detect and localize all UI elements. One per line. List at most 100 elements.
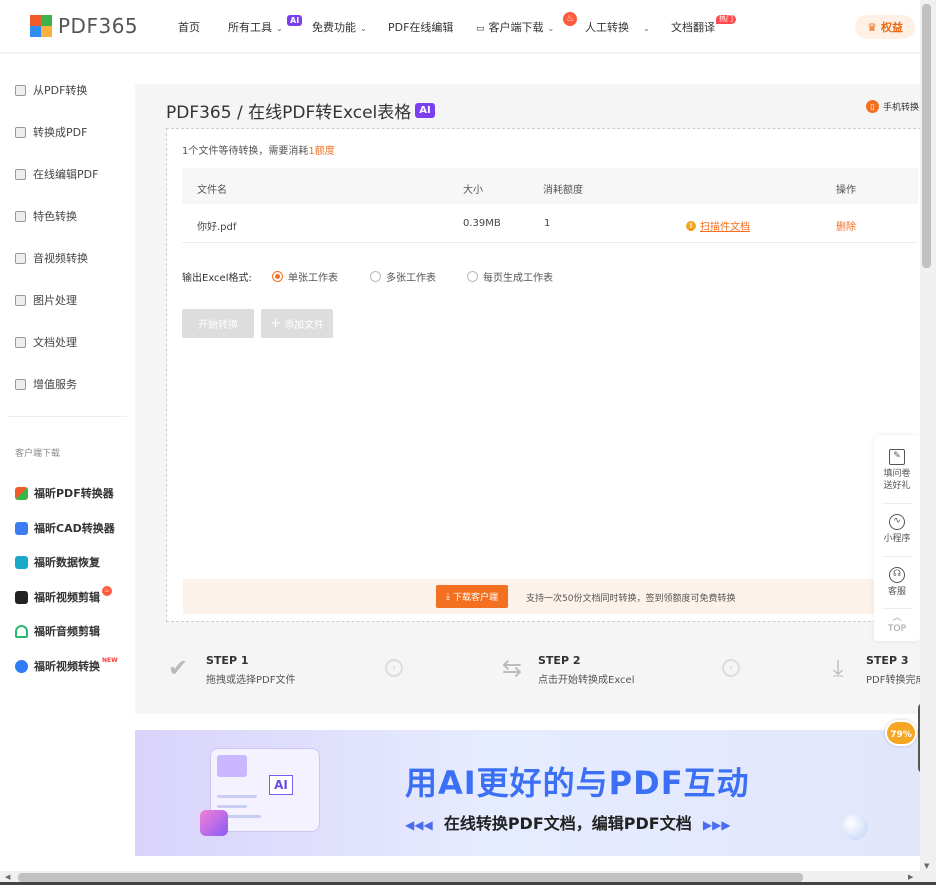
nav-online-edit[interactable]: PDF在线编辑 <box>388 19 453 35</box>
sidebar-item-special[interactable]: 特色转换 <box>15 208 77 224</box>
sidebar-item-label: 增值服务 <box>33 378 77 391</box>
survey-label: 填问卷送好礼 <box>883 469 911 491</box>
app-audio-editor[interactable]: 福昕音频剪辑 <box>15 623 100 639</box>
file-cost: 1 <box>544 218 551 229</box>
nav-free[interactable]: 免费功能 ⌄ <box>312 19 367 35</box>
col-header-cost: 消耗额度 <box>543 185 583 196</box>
floating-divider <box>882 556 912 557</box>
logo[interactable]: PDF365 <box>30 14 138 38</box>
file-size: 0.39MB <box>463 218 501 229</box>
nav-all-tools[interactable]: 所有工具 ⌄ <box>228 19 283 35</box>
ai-cube-icon <box>200 810 228 836</box>
queue-info-quota: 1额度 <box>308 146 335 157</box>
new-tag: NEW <box>102 656 118 664</box>
add-file-button[interactable]: + 添加文件 <box>261 309 333 338</box>
sidebar-item-image[interactable]: 图片处理 <box>15 292 77 308</box>
app-label: 福昕视频转换 <box>34 660 100 673</box>
customer-service-button[interactable]: ☊ 客服 <box>874 567 920 598</box>
start-convert-button[interactable]: 开始转换 <box>182 309 254 338</box>
document-icon <box>15 336 26 348</box>
crown-icon: ♛ <box>867 20 877 34</box>
radio-label: 单张工作表 <box>288 273 338 284</box>
nav-all-tools-label: 所有工具 <box>228 21 272 34</box>
chevron-down-icon: ⌄ <box>360 24 367 33</box>
step-1-title: STEP 1 <box>206 654 249 667</box>
chevron-up-icon: ︿ <box>892 613 902 623</box>
scroll-right-icon[interactable]: ▶ <box>908 873 913 881</box>
mini-program-icon: ∿ <box>889 514 905 530</box>
nav-manual-convert-label: 人工转换 <box>585 21 629 34</box>
app-data-recovery[interactable]: 福昕数据恢复 <box>15 554 100 570</box>
sidebar-item-label: 文档处理 <box>33 336 77 349</box>
sidebar-item-edit-pdf[interactable]: 在线编辑PDF <box>15 166 98 182</box>
survey-button[interactable]: ✎ 填问卷送好礼 <box>874 449 920 492</box>
vertical-scroll-thumb[interactable] <box>922 4 931 268</box>
horizontal-scroll-thumb[interactable] <box>18 873 803 882</box>
radio-icon <box>272 271 283 282</box>
scan-document-link[interactable]: ! 扫描件文档 <box>686 218 750 233</box>
format-label: 输出Excel格式: <box>182 273 252 284</box>
swap-icon: ⇆ <box>501 654 523 682</box>
floating-divider <box>882 608 912 609</box>
add-file-label: 添加文件 <box>283 320 324 331</box>
app-label: 福昕PDF转换器 <box>34 487 114 500</box>
pdf-converter-icon <box>15 486 28 500</box>
delete-link[interactable]: 删除 <box>836 218 856 233</box>
radio-multi-sheet[interactable]: 多张工作表 <box>370 269 436 284</box>
app-pdf-converter[interactable]: 福昕PDF转换器 <box>15 485 114 501</box>
page-title: PDF365 / 在线PDF转Excel表格 AI <box>166 98 435 123</box>
sidebar-item-document[interactable]: 文档处理 <box>15 334 77 350</box>
media-icon <box>15 252 26 264</box>
mobile-convert-link[interactable]: ▯ 手机转换 <box>866 100 919 113</box>
rights-button[interactable]: ♛ 权益 <box>855 15 915 39</box>
logo-text: PDF365 <box>58 14 139 38</box>
scroll-left-icon[interactable]: ◀ <box>5 873 10 881</box>
video-editor-icon <box>15 590 28 604</box>
sidebar-item-from-pdf[interactable]: 从PDF转换 <box>15 82 87 98</box>
download-tray-icon: ⤓ <box>832 654 844 682</box>
sidebar-item-to-pdf[interactable]: 转换成PDF <box>15 124 87 140</box>
radio-single-sheet[interactable]: 单张工作表 <box>272 269 338 284</box>
banner-line <box>217 795 257 798</box>
mini-program-button[interactable]: ∿ 小程序 <box>874 514 920 545</box>
nav-client-download[interactable]: ▭ 客户端下载 ⌄ <box>476 19 554 35</box>
survey-icon: ✎ <box>889 449 905 465</box>
progress-badge[interactable]: 79% <box>885 720 917 746</box>
monitor-icon: ▭ <box>476 24 485 34</box>
shield-icon <box>15 210 26 222</box>
to-pdf-icon <box>15 126 26 138</box>
nav-free-label: 免费功能 <box>312 21 356 34</box>
nav-doc-translate[interactable]: 文档翻译 <box>671 19 715 35</box>
back-to-top-label: TOP <box>887 624 906 634</box>
step-3-title: STEP 3 <box>866 654 909 667</box>
sidebar-item-services[interactable]: 增值服务 <box>15 376 77 392</box>
page-title-text: PDF365 / 在线PDF转Excel表格 <box>166 103 412 123</box>
download-client-button[interactable]: ⤓ 下载客户端 <box>436 585 508 608</box>
banner-line <box>217 805 247 808</box>
scan-document-label: 扫描件文档 <box>700 222 750 233</box>
list-icon <box>15 378 26 390</box>
flame-icon: ♨ <box>563 12 577 26</box>
hot-badge: 热门 <box>716 15 736 24</box>
mini-program-label: 小程序 <box>883 534 911 544</box>
image-thumbnail-icon <box>217 755 247 777</box>
app-label: 福昕视频剪辑 <box>34 591 100 604</box>
logo-icon <box>30 15 52 37</box>
download-note: 支持一次50份文档同时转换，签到领额度可免费转换 <box>526 594 736 604</box>
nav-manual-convert[interactable]: 人工转换 ⌄ <box>585 19 650 35</box>
app-cad-converter[interactable]: 福昕CAD转换器 <box>15 520 115 536</box>
nav-home[interactable]: 首页 <box>178 19 200 35</box>
data-recovery-icon <box>15 555 28 569</box>
radio-per-page-sheet[interactable]: 每页生成工作表 <box>467 269 553 284</box>
headphone-icon <box>15 624 28 638</box>
sidebar-item-label: 转换成PDF <box>33 126 88 139</box>
scroll-down-icon[interactable]: ▼ <box>924 862 929 870</box>
back-to-top-button[interactable]: ︿ TOP <box>874 613 920 635</box>
sidebar-section-title: 客户端下载 <box>15 449 61 459</box>
sidebar-item-media[interactable]: 音视频转换 <box>15 250 88 266</box>
floating-divider <box>882 503 912 504</box>
app-video-editor[interactable]: 福昕视频剪辑 ♨ <box>15 586 112 605</box>
app-video-converter[interactable]: 福昕视频转换 NEW <box>15 656 118 674</box>
col-header-size: 大小 <box>463 185 483 196</box>
sidebar-item-label: 在线编辑PDF <box>33 168 99 181</box>
